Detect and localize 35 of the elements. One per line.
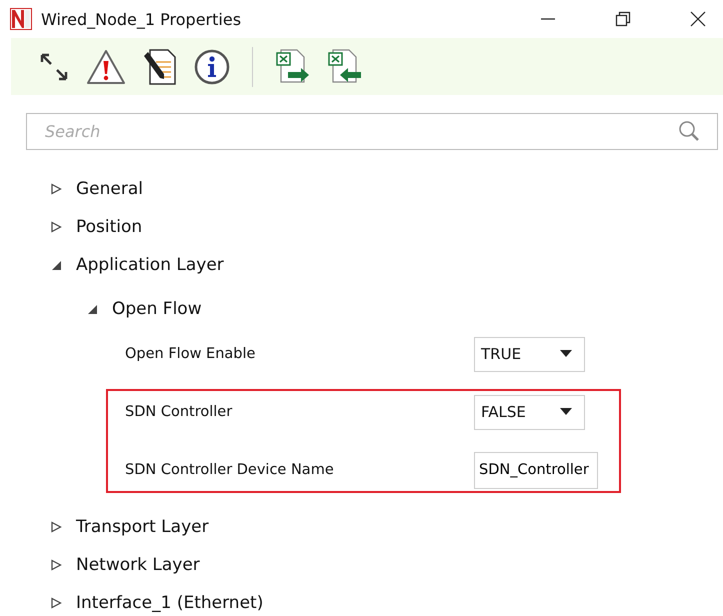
- collapsed-arrow-icon[interactable]: [50, 559, 62, 571]
- dropdown-arrow-icon: [560, 350, 572, 358]
- property-label: Open Flow Enable: [125, 346, 256, 362]
- spreadsheet-import-icon[interactable]: [327, 48, 363, 86]
- expanded-arrow-icon[interactable]: [50, 259, 62, 271]
- tree-item[interactable]: Position: [76, 217, 142, 237]
- close-icon[interactable]: [690, 11, 706, 27]
- text-field[interactable]: SDN_Controller: [474, 452, 598, 488]
- tree-item[interactable]: Transport Layer: [76, 517, 209, 537]
- collapsed-arrow-icon[interactable]: [50, 597, 62, 609]
- dropdown[interactable]: TRUE: [474, 336, 585, 372]
- property-label: SDN Controller Device Name: [125, 462, 335, 478]
- tree-item[interactable]: Interface_1 (Ethernet): [76, 593, 264, 613]
- info-icon[interactable]: [194, 48, 230, 84]
- tree-item[interactable]: Application Layer: [76, 255, 224, 275]
- collapsed-arrow-icon[interactable]: [50, 521, 62, 533]
- collapsed-arrow-icon[interactable]: [50, 221, 62, 233]
- property-label: SDN Controller: [125, 404, 234, 420]
- dropdown[interactable]: FALSE: [474, 394, 585, 430]
- window-title: Wired_Node_1 Properties: [41, 10, 242, 28]
- search-field[interactable]: Search: [26, 113, 718, 150]
- dropdown-value: TRUE: [481, 345, 522, 363]
- warning-icon[interactable]: [86, 48, 126, 84]
- dropdown-value: FALSE: [481, 403, 526, 421]
- dropdown-arrow-icon: [560, 408, 572, 416]
- spreadsheet-export-icon[interactable]: [275, 48, 311, 86]
- tree-item[interactable]: Network Layer: [76, 555, 200, 575]
- app-logo-icon: [10, 8, 32, 30]
- tree-item[interactable]: Open Flow: [112, 299, 202, 319]
- tree-item[interactable]: General: [76, 179, 143, 199]
- restore-icon[interactable]: [615, 11, 631, 27]
- search-icon: [678, 120, 700, 142]
- collapsed-arrow-icon[interactable]: [50, 183, 62, 195]
- document-pencil-icon[interactable]: [142, 48, 178, 86]
- expanded-arrow-icon[interactable]: [86, 303, 98, 315]
